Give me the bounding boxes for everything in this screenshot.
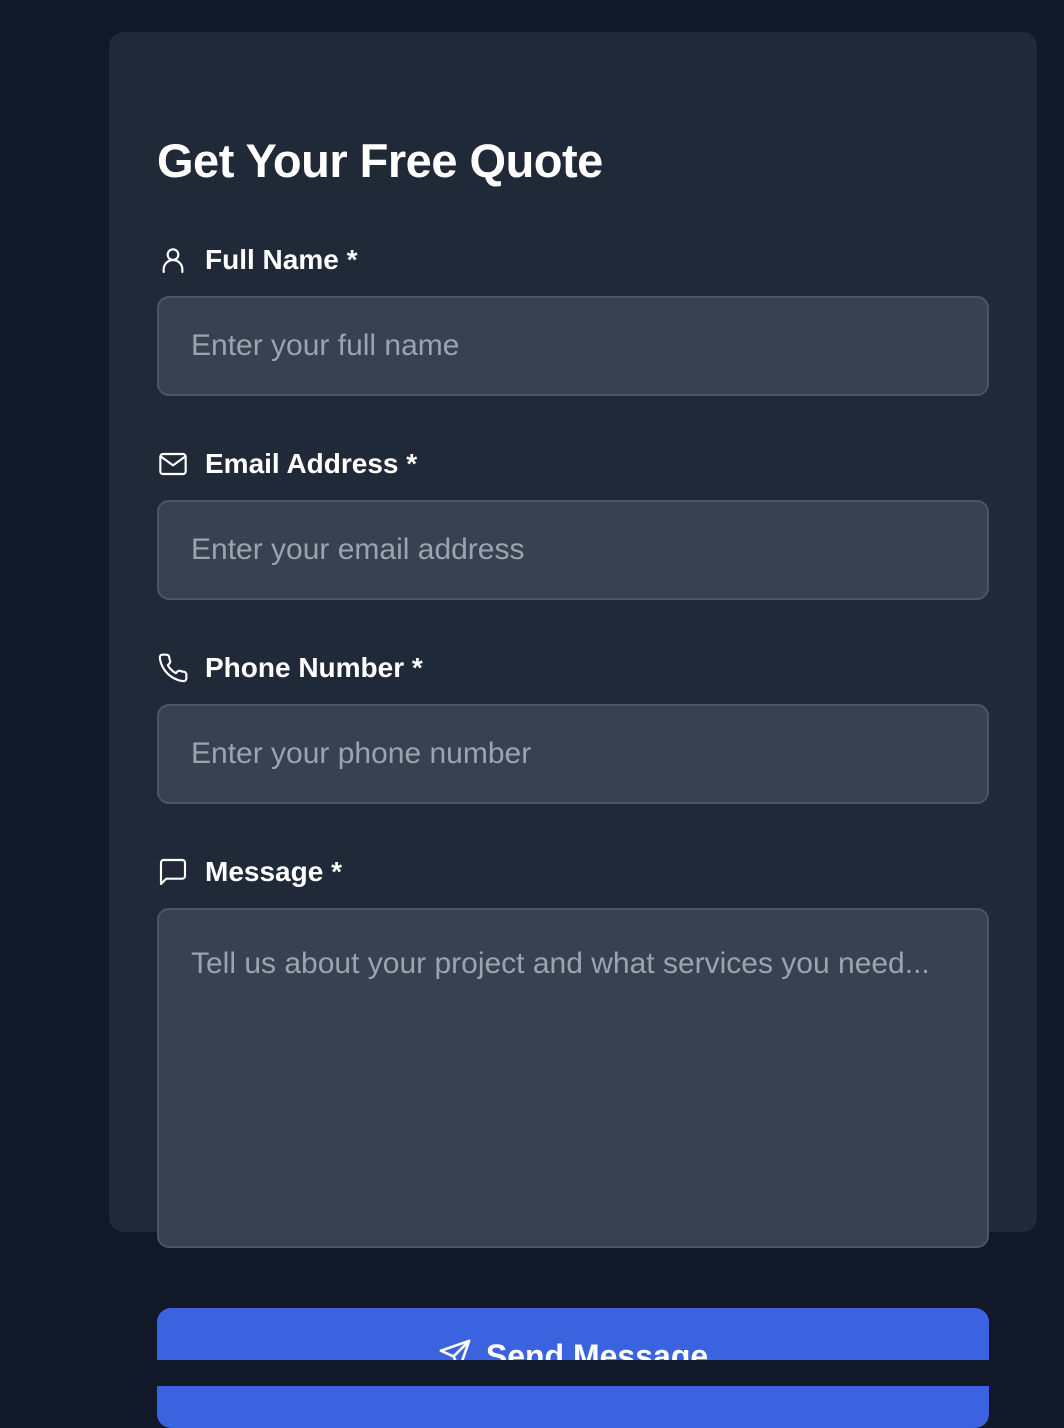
message-square-icon	[157, 856, 189, 888]
phone-input[interactable]	[157, 704, 989, 804]
mail-icon	[157, 448, 189, 480]
full-name-input[interactable]	[157, 296, 989, 396]
email-label: Email Address *	[157, 446, 417, 482]
user-icon	[157, 244, 189, 276]
message-textarea[interactable]	[157, 908, 989, 1248]
form-title: Get Your Free Quote	[157, 134, 603, 187]
message-label-text: Message *	[205, 856, 342, 887]
email-label-text: Email Address *	[205, 448, 418, 479]
phone-label-text: Phone Number *	[205, 652, 423, 683]
message-label: Message *	[157, 854, 342, 890]
phone-label: Phone Number *	[157, 650, 423, 686]
email-input[interactable]	[157, 500, 989, 600]
phone-icon	[157, 652, 189, 684]
full-name-label: Full Name *	[157, 242, 357, 278]
full-name-label-text: Full Name *	[205, 244, 358, 275]
viewport-bottom-edge	[0, 1360, 1064, 1386]
